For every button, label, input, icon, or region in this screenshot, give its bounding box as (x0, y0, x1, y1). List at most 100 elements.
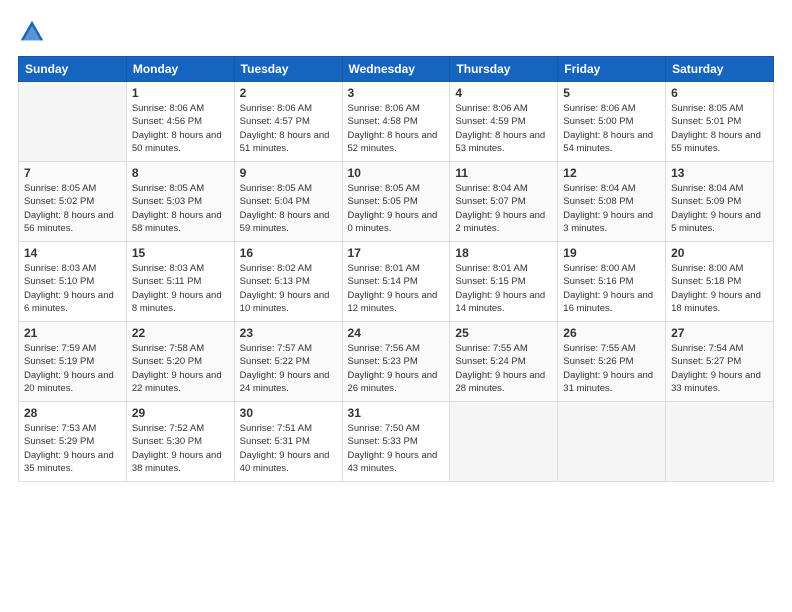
day-info: Sunrise: 7:54 AMSunset: 5:27 PMDaylight:… (671, 342, 768, 395)
day-info: Sunrise: 8:05 AMSunset: 5:05 PMDaylight:… (348, 182, 445, 235)
calendar-cell: 5 Sunrise: 8:06 AMSunset: 5:00 PMDaylight… (558, 82, 666, 162)
weekday-header-row: SundayMondayTuesdayWednesdayThursdayFrid… (19, 57, 774, 82)
calendar-cell: 16 Sunrise: 8:02 AMSunset: 5:13 PMDayligh… (234, 242, 342, 322)
day-info: Sunrise: 7:51 AMSunset: 5:31 PMDaylight:… (240, 422, 337, 475)
day-info: Sunrise: 7:52 AMSunset: 5:30 PMDaylight:… (132, 422, 229, 475)
calendar-cell (450, 402, 558, 482)
week-row-4: 21 Sunrise: 7:59 AMSunset: 5:19 PMDayligh… (19, 322, 774, 402)
calendar-table: SundayMondayTuesdayWednesdayThursdayFrid… (18, 56, 774, 482)
day-number: 25 (455, 326, 552, 340)
day-number: 21 (24, 326, 121, 340)
day-number: 15 (132, 246, 229, 260)
calendar-cell: 25 Sunrise: 7:55 AMSunset: 5:24 PMDayligh… (450, 322, 558, 402)
calendar-cell: 14 Sunrise: 8:03 AMSunset: 5:10 PMDayligh… (19, 242, 127, 322)
day-number: 7 (24, 166, 121, 180)
day-number: 1 (132, 86, 229, 100)
day-info: Sunrise: 8:02 AMSunset: 5:13 PMDaylight:… (240, 262, 337, 315)
day-number: 26 (563, 326, 660, 340)
day-info: Sunrise: 8:06 AMSunset: 4:56 PMDaylight:… (132, 102, 229, 155)
day-number: 19 (563, 246, 660, 260)
calendar-cell: 9 Sunrise: 8:05 AMSunset: 5:04 PMDaylight… (234, 162, 342, 242)
calendar-cell (19, 82, 127, 162)
weekday-header-wednesday: Wednesday (342, 57, 450, 82)
day-number: 18 (455, 246, 552, 260)
calendar-cell: 8Sunrise: 8:05 AMSunset: 5:03 PMDaylight… (126, 162, 234, 242)
day-info: Sunrise: 8:06 AMSunset: 4:58 PMDaylight:… (348, 102, 445, 155)
day-number: 17 (348, 246, 445, 260)
weekday-header-monday: Monday (126, 57, 234, 82)
day-number: 5 (563, 86, 660, 100)
weekday-header-tuesday: Tuesday (234, 57, 342, 82)
calendar-cell: 3 Sunrise: 8:06 AMSunset: 4:58 PMDaylight… (342, 82, 450, 162)
day-number: 27 (671, 326, 768, 340)
weekday-header-thursday: Thursday (450, 57, 558, 82)
calendar-cell: 11 Sunrise: 8:04 AMSunset: 5:07 PMDayligh… (450, 162, 558, 242)
calendar-cell: 1 Sunrise: 8:06 AMSunset: 4:56 PMDaylight… (126, 82, 234, 162)
day-number: 9 (240, 166, 337, 180)
day-number: 10 (348, 166, 445, 180)
day-info: Sunrise: 7:50 AMSunset: 5:33 PMDaylight:… (348, 422, 445, 475)
day-number: 22 (132, 326, 229, 340)
logo-icon (18, 18, 46, 46)
calendar-cell: 13 Sunrise: 8:04 AMSunset: 5:09 PMDayligh… (666, 162, 774, 242)
weekday-header-sunday: Sunday (19, 57, 127, 82)
day-number: 13 (671, 166, 768, 180)
calendar-cell: 31 Sunrise: 7:50 AMSunset: 5:33 PMDayligh… (342, 402, 450, 482)
calendar-cell: 12 Sunrise: 8:04 AMSunset: 5:08 PMDayligh… (558, 162, 666, 242)
calendar-cell: 15Sunrise: 8:03 AMSunset: 5:11 PMDayligh… (126, 242, 234, 322)
calendar-cell (558, 402, 666, 482)
week-row-1: 1 Sunrise: 8:06 AMSunset: 4:56 PMDaylight… (19, 82, 774, 162)
calendar-cell: 4Sunrise: 8:06 AMSunset: 4:59 PMDaylight… (450, 82, 558, 162)
day-info: Sunrise: 8:04 AMSunset: 5:09 PMDaylight:… (671, 182, 768, 235)
day-number: 29 (132, 406, 229, 420)
day-info: Sunrise: 7:59 AMSunset: 5:19 PMDaylight:… (24, 342, 121, 395)
calendar-cell: 17 Sunrise: 8:01 AMSunset: 5:14 PMDayligh… (342, 242, 450, 322)
calendar-cell: 26 Sunrise: 7:55 AMSunset: 5:26 PMDayligh… (558, 322, 666, 402)
week-row-2: 7 Sunrise: 8:05 AMSunset: 5:02 PMDaylight… (19, 162, 774, 242)
calendar-cell: 29 Sunrise: 7:52 AMSunset: 5:30 PMDayligh… (126, 402, 234, 482)
day-number: 6 (671, 86, 768, 100)
day-number: 2 (240, 86, 337, 100)
day-info: Sunrise: 8:05 AMSunset: 5:02 PMDaylight:… (24, 182, 121, 235)
calendar-cell: 23Sunrise: 7:57 AMSunset: 5:22 PMDayligh… (234, 322, 342, 402)
calendar-cell: 28Sunrise: 7:53 AMSunset: 5:29 PMDayligh… (19, 402, 127, 482)
weekday-header-saturday: Saturday (666, 57, 774, 82)
day-info: Sunrise: 7:58 AMSunset: 5:20 PMDaylight:… (132, 342, 229, 395)
day-info: Sunrise: 8:03 AMSunset: 5:10 PMDaylight:… (24, 262, 121, 315)
day-number: 3 (348, 86, 445, 100)
day-number: 23 (240, 326, 337, 340)
week-row-3: 14 Sunrise: 8:03 AMSunset: 5:10 PMDayligh… (19, 242, 774, 322)
week-row-5: 28Sunrise: 7:53 AMSunset: 5:29 PMDayligh… (19, 402, 774, 482)
day-info: Sunrise: 8:06 AMSunset: 4:59 PMDaylight:… (455, 102, 552, 155)
day-info: Sunrise: 8:00 AMSunset: 5:18 PMDaylight:… (671, 262, 768, 315)
day-info: Sunrise: 8:01 AMSunset: 5:15 PMDaylight:… (455, 262, 552, 315)
day-number: 12 (563, 166, 660, 180)
day-info: Sunrise: 8:04 AMSunset: 5:08 PMDaylight:… (563, 182, 660, 235)
weekday-header-friday: Friday (558, 57, 666, 82)
calendar-cell: 24 Sunrise: 7:56 AMSunset: 5:23 PMDayligh… (342, 322, 450, 402)
logo (18, 18, 50, 46)
day-number: 31 (348, 406, 445, 420)
day-info: Sunrise: 7:56 AMSunset: 5:23 PMDaylight:… (348, 342, 445, 395)
day-info: Sunrise: 7:55 AMSunset: 5:26 PMDaylight:… (563, 342, 660, 395)
day-info: Sunrise: 8:06 AMSunset: 5:00 PMDaylight:… (563, 102, 660, 155)
day-number: 14 (24, 246, 121, 260)
calendar-cell: 6Sunrise: 8:05 AMSunset: 5:01 PMDaylight… (666, 82, 774, 162)
day-info: Sunrise: 8:04 AMSunset: 5:07 PMDaylight:… (455, 182, 552, 235)
calendar-cell: 18 Sunrise: 8:01 AMSunset: 5:15 PMDayligh… (450, 242, 558, 322)
calendar-cell: 10 Sunrise: 8:05 AMSunset: 5:05 PMDayligh… (342, 162, 450, 242)
calendar-cell: 19Sunrise: 8:00 AMSunset: 5:16 PMDayligh… (558, 242, 666, 322)
calendar-cell: 27 Sunrise: 7:54 AMSunset: 5:27 PMDayligh… (666, 322, 774, 402)
day-info: Sunrise: 7:55 AMSunset: 5:24 PMDaylight:… (455, 342, 552, 395)
day-info: Sunrise: 8:01 AMSunset: 5:14 PMDaylight:… (348, 262, 445, 315)
calendar-cell: 21 Sunrise: 7:59 AMSunset: 5:19 PMDayligh… (19, 322, 127, 402)
day-number: 11 (455, 166, 552, 180)
day-number: 30 (240, 406, 337, 420)
day-number: 16 (240, 246, 337, 260)
day-number: 20 (671, 246, 768, 260)
day-info: Sunrise: 8:05 AMSunset: 5:04 PMDaylight:… (240, 182, 337, 235)
header (18, 18, 774, 46)
day-number: 8 (132, 166, 229, 180)
day-info: Sunrise: 7:53 AMSunset: 5:29 PMDaylight:… (24, 422, 121, 475)
day-number: 24 (348, 326, 445, 340)
